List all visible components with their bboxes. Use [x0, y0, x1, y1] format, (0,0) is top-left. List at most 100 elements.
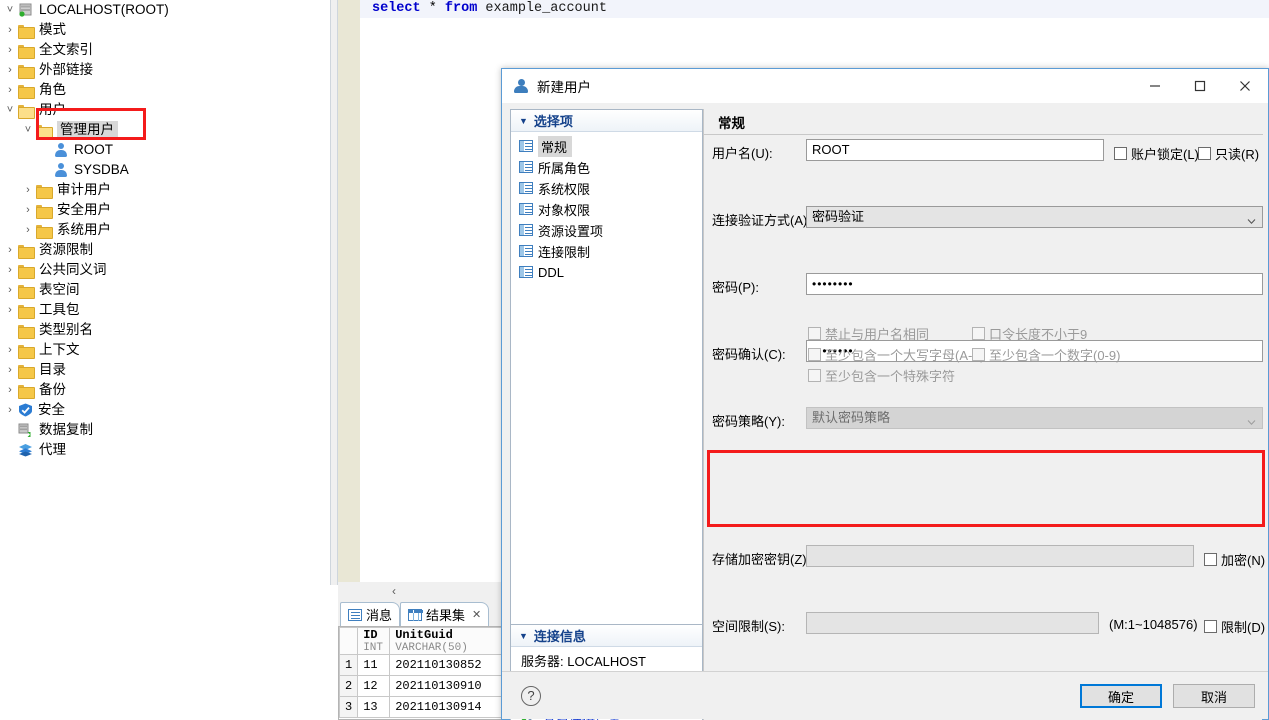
chevron-right-icon[interactable]: ›	[20, 222, 36, 238]
chevron-right-icon[interactable]: ›	[20, 182, 36, 198]
checkbox-box[interactable]	[808, 369, 821, 382]
table-row[interactable]: 111202110130852	[340, 655, 520, 676]
tree-node-20[interactable]: 数据复制	[0, 420, 330, 440]
connection-pane-header[interactable]: ▼ 连接信息	[511, 625, 702, 647]
result-table[interactable]: IDINTUnitGuidVARCHAR(50) 111202110130852…	[339, 627, 520, 718]
tree-node-12[interactable]: ›公共同义词	[0, 260, 330, 280]
option-item-0[interactable]: 常规	[511, 136, 702, 156]
tree-node-1[interactable]: ›全文索引	[0, 40, 330, 60]
tree-node-2[interactable]: ›外部链接	[0, 60, 330, 80]
triangle-down-icon[interactable]: ▼	[519, 116, 528, 126]
option-item-4[interactable]: 资源设置项	[511, 220, 702, 240]
new-user-dialog[interactable]: 新建用户 ▼ 选择项 常规所属角色系统权限对象权限资源设置项连接限制DDL ▼ …	[501, 68, 1269, 720]
minimize-button[interactable]	[1132, 69, 1177, 102]
no-same-as-username-checkbox[interactable]: 禁止与用户名相同	[808, 324, 929, 343]
maximize-button[interactable]	[1177, 69, 1222, 102]
checkbox-box[interactable]	[1204, 620, 1217, 633]
chevron-right-icon[interactable]: ›	[2, 402, 18, 418]
chevron-down-icon[interactable]	[1247, 212, 1255, 220]
tree-node-0[interactable]: ›模式	[0, 20, 330, 40]
read-only-checkbox[interactable]: 只读(R)	[1198, 144, 1259, 163]
option-item-6[interactable]: DDL	[511, 262, 702, 282]
chevron-down-icon[interactable]: ˅	[2, 2, 18, 18]
limit-checkbox[interactable]: 限制(D)	[1204, 617, 1265, 636]
one-digit-checkbox[interactable]: 至少包含一个数字(0-9)	[972, 345, 1120, 364]
cancel-button[interactable]: 取消	[1173, 684, 1255, 708]
tab-close-icon[interactable]: ✕	[472, 608, 481, 621]
chevron-right-icon[interactable]: ›	[2, 262, 18, 278]
result-tab-1[interactable]: 结果集✕	[400, 602, 489, 626]
chevron-down-icon[interactable]	[1247, 413, 1255, 421]
options-pane[interactable]: ▼ 选择项 常规所属角色系统权限对象权限资源设置项连接限制DDL	[510, 109, 703, 640]
dialog-titlebar[interactable]: 新建用户	[502, 69, 1268, 103]
chevron-left-icon[interactable]: ‹	[392, 584, 396, 598]
encrypt-checkbox[interactable]: 加密(N)	[1204, 550, 1265, 569]
checkbox-box[interactable]	[1198, 147, 1211, 160]
tree-node-6[interactable]: ROOT	[0, 140, 330, 160]
tree-node-14[interactable]: ›工具包	[0, 300, 330, 320]
tree-node-10[interactable]: ›系统用户	[0, 220, 330, 240]
option-item-5[interactable]: 连接限制	[511, 241, 702, 261]
password-input[interactable]: ••••••••	[806, 273, 1263, 295]
cell-id[interactable]: 11	[358, 655, 390, 676]
tree-node-11[interactable]: ›资源限制	[0, 240, 330, 260]
password-policy-select[interactable]: 默认密码策略	[806, 407, 1263, 429]
option-item-1[interactable]: 所属角色	[511, 157, 702, 177]
chevron-right-icon[interactable]: ›	[2, 242, 18, 258]
tree-node-9[interactable]: ›安全用户	[0, 200, 330, 220]
sql-editor-line[interactable]: select * from example_account	[360, 0, 1269, 18]
result-tab-0[interactable]: 消息	[340, 602, 400, 626]
chevron-right-icon[interactable]: ›	[2, 282, 18, 298]
chevron-right-icon[interactable]: ›	[2, 302, 18, 318]
chevron-right-icon[interactable]: ›	[2, 382, 18, 398]
options-pane-header[interactable]: ▼ 选择项	[511, 110, 702, 132]
help-button[interactable]: ?	[521, 686, 541, 706]
option-item-2[interactable]: 系统权限	[511, 178, 702, 198]
one-special-checkbox[interactable]: 至少包含一个特殊字符	[808, 366, 955, 385]
column-header-0[interactable]: IDINT	[358, 628, 390, 655]
space-limit-input[interactable]	[806, 612, 1099, 634]
one-uppercase-checkbox[interactable]: 至少包含一个大写字母(A-Z)	[808, 345, 985, 364]
triangle-down-icon[interactable]: ▼	[519, 631, 528, 641]
account-lock-checkbox[interactable]: 账户锁定(L)	[1114, 144, 1199, 163]
cell-id[interactable]: 12	[358, 676, 390, 697]
tree-node-3[interactable]: ›角色	[0, 80, 330, 100]
cell-id[interactable]: 13	[358, 697, 390, 718]
tree-node-8[interactable]: ›审计用户	[0, 180, 330, 200]
tree-node-5[interactable]: ˅管理用户	[0, 120, 330, 140]
tree-node-21[interactable]: 代理	[0, 440, 330, 460]
tree-node-root[interactable]: ˅ LOCALHOST(ROOT)	[0, 0, 330, 20]
tree-node-16[interactable]: ›上下文	[0, 340, 330, 360]
pane-splitter[interactable]	[330, 0, 338, 585]
table-row[interactable]: 313202110130914	[340, 697, 520, 718]
tree-node-4[interactable]: ˅用户	[0, 100, 330, 120]
chevron-right-icon[interactable]: ›	[2, 82, 18, 98]
close-button[interactable]	[1222, 69, 1267, 102]
auth-mode-select[interactable]: 密码验证	[806, 206, 1263, 228]
tree-node-13[interactable]: ›表空间	[0, 280, 330, 300]
chevron-right-icon[interactable]: ›	[2, 22, 18, 38]
chevron-right-icon[interactable]: ›	[2, 342, 18, 358]
checkbox-box[interactable]	[972, 348, 985, 361]
chevron-down-icon[interactable]: ˅	[2, 102, 18, 118]
checkbox-box[interactable]	[1204, 553, 1217, 566]
tree-node-17[interactable]: ›目录	[0, 360, 330, 380]
min-length-9-checkbox[interactable]: 口令长度不小于9	[972, 324, 1087, 343]
chevron-right-icon[interactable]: ›	[2, 42, 18, 58]
tree-node-7[interactable]: SYSDBA	[0, 160, 330, 180]
tree-node-18[interactable]: ›备份	[0, 380, 330, 400]
checkbox-box[interactable]	[808, 348, 821, 361]
chevron-right-icon[interactable]: ›	[2, 62, 18, 78]
tree-node-15[interactable]: 类型别名	[0, 320, 330, 340]
checkbox-box[interactable]	[972, 327, 985, 340]
chevron-right-icon[interactable]: ›	[20, 202, 36, 218]
tree-node-19[interactable]: ›安全	[0, 400, 330, 420]
object-tree-pane[interactable]: ˅ LOCALHOST(ROOT) ›模式›全文索引›外部链接›角色˅用户˅管理…	[0, 0, 330, 720]
table-row[interactable]: 212202110130910	[340, 676, 520, 697]
option-item-3[interactable]: 对象权限	[511, 199, 702, 219]
ok-button[interactable]: 确定	[1080, 684, 1162, 708]
chevron-down-icon[interactable]: ˅	[20, 122, 36, 138]
encrypt-key-input[interactable]	[806, 545, 1194, 567]
username-input[interactable]: ROOT	[806, 139, 1104, 161]
checkbox-box[interactable]	[808, 327, 821, 340]
